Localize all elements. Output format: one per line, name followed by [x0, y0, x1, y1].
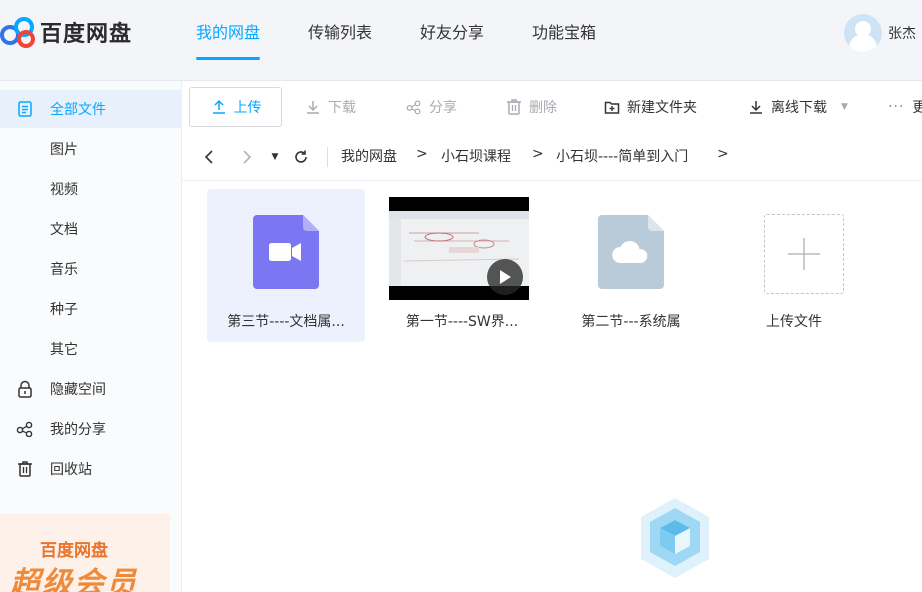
nav-transfer-list[interactable]: 传输列表 — [308, 0, 372, 66]
promo-headline: 超级会员 — [10, 566, 138, 592]
nav-my-netdisk[interactable]: 我的网盘 — [196, 0, 261, 66]
chevron-down-icon: ▼ — [841, 102, 848, 112]
download-icon — [747, 98, 765, 116]
download-icon — [304, 98, 322, 116]
sidebar-item-label: 回收站 — [50, 462, 92, 478]
upload-button[interactable]: 上传 — [189, 87, 282, 127]
breadcrumb-item[interactable]: 小石坝----简单到入门 — [556, 146, 688, 166]
sidebar-item-label: 文档 — [50, 222, 78, 238]
refresh-button[interactable] — [290, 145, 312, 169]
sidebar: 全部文件 图片 视频 文档 音乐 种子 其它 隐藏空间 我的分享 回收站 百度网… — [0, 81, 182, 592]
offline-download-button[interactable]: 离线下载 ▼ — [747, 87, 848, 127]
sidebar-item-videos[interactable]: 视频 — [0, 170, 181, 208]
upload-label: 上传 — [233, 100, 262, 116]
avatar[interactable] — [844, 14, 882, 52]
cube-watermark-icon — [641, 498, 709, 578]
breadcrumb-separator: > — [532, 146, 544, 162]
delete-label: 删除 — [529, 100, 557, 116]
trash-icon — [16, 460, 34, 478]
sidebar-item-my-share[interactable]: 我的分享 — [0, 410, 181, 448]
promo-banner[interactable]: 百度网盘 超级会员 — [0, 514, 170, 592]
sidebar-item-all-files[interactable]: 全部文件 — [0, 90, 181, 128]
plus-icon — [788, 238, 820, 270]
nav-toolbox[interactable]: 功能宝箱 — [532, 0, 596, 66]
nav-friend-share[interactable]: 好友分享 — [420, 0, 484, 66]
share-icon — [16, 420, 34, 438]
sidebar-item-label: 隐藏空间 — [50, 382, 106, 398]
play-icon[interactable] — [487, 259, 523, 295]
download-label: 下载 — [328, 100, 356, 116]
more-button[interactable]: ··· 更 — [888, 87, 922, 127]
logo-text: 百度网盘 — [40, 22, 133, 47]
forward-button[interactable] — [238, 145, 256, 169]
upload-file-card[interactable]: 上传文件 — [715, 189, 873, 342]
new-folder-icon — [603, 98, 621, 116]
download-button[interactable]: 下载 — [304, 87, 356, 127]
chevron-right-icon — [243, 150, 252, 164]
sidebar-item-label: 音乐 — [50, 262, 78, 278]
file-list-icon — [16, 100, 34, 118]
sidebar-item-hidden-space[interactable]: 隐藏空间 — [0, 370, 181, 408]
toolbar: 上传 下载 分享 删除 新建文件夹 离线下载 ▼ ··· 更 — [182, 81, 922, 133]
back-button[interactable] — [200, 145, 218, 169]
trash-icon — [505, 98, 523, 116]
file-name: 上传文件 — [766, 314, 822, 330]
share-button[interactable]: 分享 — [405, 87, 457, 127]
breadcrumb-item[interactable]: 我的网盘 — [341, 146, 397, 166]
baidu-netdisk-logo-icon — [0, 17, 35, 48]
new-folder-label: 新建文件夹 — [627, 100, 697, 116]
refresh-icon — [295, 150, 307, 163]
offline-download-label: 离线下载 — [771, 100, 827, 116]
lock-icon — [16, 380, 34, 398]
sidebar-item-label: 视频 — [50, 182, 78, 198]
new-folder-button[interactable]: 新建文件夹 — [603, 87, 697, 127]
avatar-head — [855, 21, 871, 37]
sidebar-item-music[interactable]: 音乐 — [0, 250, 181, 288]
divider — [327, 147, 328, 167]
cloud-file-icon — [598, 215, 664, 289]
sidebar-item-torrents[interactable]: 种子 — [0, 290, 181, 328]
video-thumbnail — [389, 197, 529, 300]
file-name: 第二节---系统属 — [581, 314, 681, 330]
breadcrumb: ▼ 我的网盘 > 小石坝课程 > 小石坝----简单到入门 > — [182, 133, 922, 181]
history-dropdown[interactable]: ▼ — [268, 145, 282, 169]
file-card[interactable]: 第一节----SW界... — [383, 189, 541, 342]
caret-down-icon: ▼ — [271, 152, 279, 162]
main-nav: 我的网盘 传输列表 好友分享 功能宝箱 — [196, 0, 644, 81]
sidebar-item-recycle-bin[interactable]: 回收站 — [0, 450, 181, 488]
breadcrumb-separator: > — [416, 146, 428, 162]
sidebar-item-label: 图片 — [50, 142, 78, 158]
chevron-left-icon — [204, 150, 213, 164]
breadcrumb-separator: > — [717, 146, 729, 162]
breadcrumb-item[interactable]: 小石坝课程 — [441, 146, 511, 166]
sidebar-item-label: 全部文件 — [50, 102, 106, 118]
more-label: 更 — [912, 100, 922, 116]
sidebar-item-label: 我的分享 — [50, 422, 106, 438]
more-icon: ··· — [888, 99, 905, 115]
upload-placeholder[interactable] — [764, 214, 844, 294]
delete-button[interactable]: 删除 — [505, 87, 557, 127]
top-header: 百度网盘 我的网盘 传输列表 好友分享 功能宝箱 张杰 — [0, 0, 922, 81]
file-name: 第一节----SW界... — [405, 314, 519, 330]
sidebar-item-label: 种子 — [50, 302, 78, 318]
sidebar-item-label: 其它 — [50, 342, 78, 358]
sidebar-item-images[interactable]: 图片 — [0, 130, 181, 168]
share-icon — [405, 98, 423, 116]
upload-icon — [210, 98, 228, 116]
file-card[interactable]: 第二节---系统属 — [552, 189, 710, 342]
user-menu[interactable]: 张杰 — [844, 14, 916, 52]
user-name[interactable]: 张杰 — [888, 23, 916, 43]
sidebar-item-other[interactable]: 其它 — [0, 330, 181, 368]
file-name: 第三节----文档属... — [227, 314, 345, 330]
sidebar-item-documents[interactable]: 文档 — [0, 210, 181, 248]
share-label: 分享 — [429, 100, 457, 116]
video-file-icon — [253, 215, 319, 289]
logo[interactable]: 百度网盘 — [0, 14, 132, 50]
file-card[interactable]: 第三节----文档属... — [207, 189, 365, 342]
